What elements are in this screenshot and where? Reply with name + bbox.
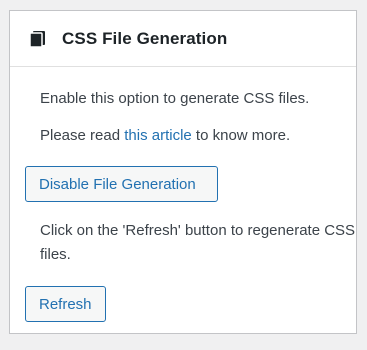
card-header: CSS File Generation xyxy=(10,11,356,67)
description-text: Enable this option to generate CSS files… xyxy=(40,90,310,107)
article-link[interactable]: this article xyxy=(124,127,192,144)
disable-file-generation-button[interactable]: Disable File Generation xyxy=(25,166,218,202)
refresh-instruction-text: Click on the 'Refresh' button to regener… xyxy=(40,222,356,263)
refresh-button[interactable]: Refresh xyxy=(25,286,106,322)
read-article-text: Please read this article to know more. xyxy=(25,124,305,148)
read-prefix: Please read xyxy=(40,127,125,144)
css-file-generation-card: CSS File Generation Enable this option t… xyxy=(9,10,357,334)
read-suffix: to know more. xyxy=(191,127,291,144)
card-title: CSS File Generation xyxy=(62,28,228,48)
book-icon xyxy=(28,29,48,49)
